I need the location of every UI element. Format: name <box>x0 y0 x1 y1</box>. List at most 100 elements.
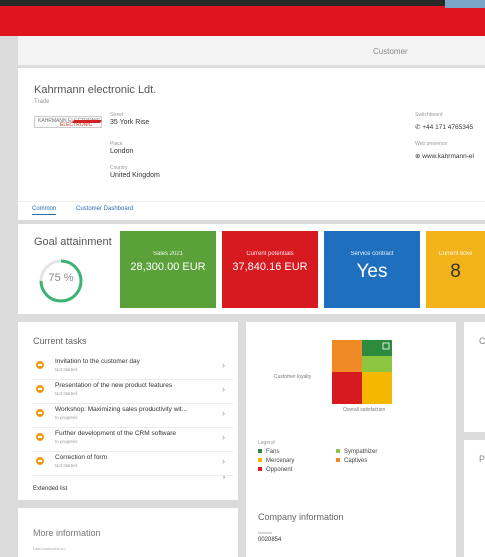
last-contacted-label: Last contacted on <box>33 546 65 551</box>
matrix-cell-opponent[interactable] <box>332 372 362 404</box>
matrix-cell-mercenary[interactable] <box>362 372 392 404</box>
street-label: Street <box>110 112 124 118</box>
corner-accent <box>445 0 485 8</box>
right-partial-card-bottom: P <box>464 440 485 557</box>
web-row[interactable]: ⊕ www.kahrmann-el <box>415 152 474 160</box>
legend-item-fans: Fans <box>258 449 279 455</box>
chevron-right-icon: › <box>222 456 225 466</box>
portfolio-matrix: Customer loyalty Overall satisfaction <box>274 340 392 413</box>
web-value: www.kahrmann-el <box>422 153 474 160</box>
matrix-x-label: Overall satisfaction <box>343 407 385 413</box>
matrix-cell-sympathizer[interactable] <box>362 356 392 372</box>
legend-title: Legend <box>258 440 275 446</box>
goal-percent: 75 % <box>48 272 74 284</box>
customer-header-card: Kahrmann electronic Ldt. Trade KAHRMANN … <box>18 68 485 220</box>
task-item[interactable]: Invitation to the customer day Not start… <box>33 356 233 380</box>
task-title: Correction of form <box>55 454 108 461</box>
web-label: Web presence <box>415 141 448 147</box>
phone-row[interactable]: ✆ +44 171 4765345 <box>415 123 473 131</box>
matrix-cell-captives[interactable] <box>332 340 362 372</box>
task-title: Workshop: Maximizing sales productivity … <box>55 406 188 413</box>
task-status: In progress <box>55 415 78 420</box>
legend-item-captives: Captives <box>336 458 367 464</box>
phone-value: +44 171 4765345 <box>422 124 474 131</box>
sales-tile-label: Sales 2021 <box>152 251 184 257</box>
sales-tile-value: 28,300.00 EUR <box>130 261 206 273</box>
company-logo: KAHRMANN ELECTRONIC ELECTRONIC <box>34 116 102 128</box>
chevron-right-icon: › <box>222 408 225 418</box>
country-value[interactable]: United Kingdom <box>110 172 160 179</box>
task-status: Not started <box>55 463 78 468</box>
right-partial-card-top: C <box>464 322 485 432</box>
current-tasks-card: Current tasks Invitation to the customer… <box>18 322 238 500</box>
current-tickets-value: 8 <box>450 261 461 282</box>
tasks-title: Current tasks <box>33 336 87 346</box>
legend-label: Fans <box>266 449 280 455</box>
task-icon <box>36 433 44 441</box>
number-value[interactable]: 0020854 <box>258 537 281 543</box>
company-type: Trade <box>34 99 50 105</box>
company-info-title: Company information <box>258 512 344 522</box>
task-title: Presentation of the new product features <box>55 382 173 389</box>
more-information-card: More information Last contacted on <box>18 508 238 557</box>
current-tickets-tile[interactable]: Current ticke 8 <box>426 231 485 308</box>
potentials-tile-value: 37,840.16 EUR <box>232 261 308 273</box>
potentials-tile[interactable]: Current potentials 37,840.16 EUR <box>222 231 318 308</box>
task-status: Not started <box>55 367 78 372</box>
phone-label: Switchboard <box>415 112 443 118</box>
matrix-cell-fans[interactable] <box>362 340 377 356</box>
place-label: Place <box>110 141 123 147</box>
goal-attainment-card: Goal attainment 75 % Sales 2021 28,300.0… <box>18 224 485 314</box>
task-title: Further development of the CRM software <box>55 430 177 437</box>
chevron-right-icon: › <box>222 384 225 394</box>
place-value[interactable]: London <box>110 148 133 155</box>
right-card-title: C <box>479 336 485 346</box>
tab-customer-dashboard[interactable]: Customer Dashboard <box>76 206 133 212</box>
task-icon <box>36 457 44 465</box>
extended-list-link[interactable]: Extended list › <box>33 475 233 493</box>
task-item[interactable]: Further development of the CRM software … <box>33 428 233 452</box>
task-item[interactable]: Workshop: Maximizing sales productivity … <box>33 404 233 428</box>
number-label: Number <box>258 530 273 535</box>
more-info-title: More information <box>33 528 101 538</box>
matrix-cell-fans-inner[interactable] <box>377 340 392 356</box>
task-title: Invitation to the customer day <box>55 358 140 365</box>
chevron-right-icon: › <box>222 432 225 442</box>
street-value[interactable]: 35 York Rise <box>110 119 149 126</box>
service-contract-tile[interactable]: Service contract Yes <box>324 231 420 308</box>
matrix-y-label: Customer loyalty <box>274 374 312 380</box>
chevron-right-icon: › <box>223 475 225 481</box>
current-tickets-label: Current ticke <box>438 251 473 257</box>
chevron-right-icon: › <box>222 360 225 370</box>
page-title-bar: Customer <box>18 36 485 66</box>
goal-title: Goal attainment <box>34 236 112 248</box>
task-icon <box>36 385 44 393</box>
app-top-strip <box>0 0 485 6</box>
legend-label: Sympathizer <box>344 449 378 455</box>
legend-item-opponent: Opponent <box>258 467 292 473</box>
tab-bar: Common Customer Dashboard <box>18 201 485 220</box>
right-card-title: P <box>479 454 485 464</box>
company-information-card: Company information Number 0020854 <box>246 500 456 557</box>
country-label: Country <box>110 165 128 171</box>
service-contract-label: Service contract <box>350 251 394 257</box>
customer-portfolio-card: Customer loyalty Overall satisfaction Le… <box>246 322 456 500</box>
legend-item-mercenary: Mercenary <box>258 458 294 464</box>
task-icon <box>36 361 44 369</box>
legend-label: Opponent <box>266 467 293 473</box>
task-item[interactable]: Correction of form Not started › <box>33 452 233 476</box>
task-icon <box>36 409 44 417</box>
task-item[interactable]: Presentation of the new product features… <box>33 380 233 404</box>
tab-common[interactable]: Common <box>32 206 57 215</box>
task-status: In progress <box>55 439 78 444</box>
page-title: Customer <box>373 47 408 56</box>
service-contract-value: Yes <box>356 261 388 282</box>
company-name: Kahrmann electronic Ldt. <box>34 84 157 96</box>
sales-tile[interactable]: Sales 2021 28,300.00 EUR <box>120 231 216 308</box>
potentials-tile-label: Current potentials <box>246 251 294 257</box>
extended-list-label: Extended list <box>33 486 68 492</box>
legend-label: Captives <box>344 458 368 464</box>
legend-item-sympathizer: Sympathizer <box>336 449 377 455</box>
task-status: Not started <box>55 391 78 396</box>
logo-swoosh-icon <box>72 120 102 123</box>
